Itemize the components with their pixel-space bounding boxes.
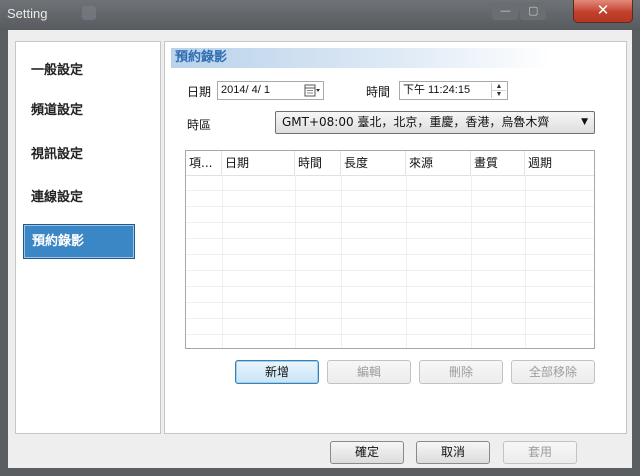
chevron-down-icon: ▼: [581, 117, 588, 127]
sidebar-item-label: 一般設定: [31, 63, 84, 78]
date-label: 日期: [187, 85, 212, 99]
column-header-item[interactable]: 項...: [186, 151, 222, 175]
column-header-period[interactable]: 週期: [525, 151, 594, 175]
sidebar-item-label: 視訊設定: [31, 147, 84, 162]
column-header-time[interactable]: 時間: [295, 151, 341, 175]
time-value: 下午 11:24:15: [403, 84, 471, 96]
close-icon: ✕: [596, 1, 610, 19]
calendar-icon[interactable]: [304, 84, 321, 98]
maximize-icon: ▢: [528, 4, 539, 17]
sidebar-item-connection[interactable]: 連線設定: [23, 182, 135, 214]
sidebar-item-label: 預約錄影: [32, 234, 85, 249]
timezone-value: GMT+08:00 臺北，北京，重慶，香港，烏魯木齊: [282, 115, 550, 129]
title-bar: Setting — ▢ ✕: [0, 0, 640, 30]
table-row: [186, 255, 594, 271]
timezone-label: 時區: [187, 118, 212, 132]
close-button[interactable]: ✕: [573, 0, 633, 23]
sidebar-item-label: 連線設定: [31, 190, 84, 205]
table-header: 項... 日期 時間 長度 來源 畫質 週期: [186, 151, 594, 176]
section-title: 預約錄影: [171, 48, 551, 68]
table-row: [186, 191, 594, 207]
maximize-button[interactable]: ▢: [520, 2, 546, 20]
date-picker[interactable]: 2014/ 4/ 1: [217, 81, 324, 100]
table-row: [186, 207, 594, 223]
spin-up-button[interactable]: ▲: [492, 83, 506, 91]
table-row: [186, 303, 594, 319]
minimize-button[interactable]: —: [492, 2, 518, 20]
time-picker[interactable]: 下午 11:24:15 ▲ ▼: [399, 81, 508, 100]
column-header-source[interactable]: 來源: [406, 151, 471, 175]
table-row: [186, 319, 594, 335]
schedule-table[interactable]: 項... 日期 時間 長度 來源 畫質 週期: [185, 150, 595, 349]
cancel-button[interactable]: 取消: [416, 441, 490, 464]
table-row: [186, 239, 594, 255]
sidebar-item-channels[interactable]: 頻道設定: [23, 95, 135, 127]
minimize-icon: —: [500, 4, 511, 17]
date-value: 2014/ 4/ 1: [221, 84, 270, 96]
spinner-icon: ▲ ▼: [491, 83, 506, 98]
window-title: Setting: [7, 6, 48, 21]
sidebar-item-general[interactable]: 一般設定: [23, 55, 135, 87]
delete-button[interactable]: 刪除: [419, 360, 503, 384]
table-row: [186, 175, 594, 191]
table-row: [186, 287, 594, 303]
apply-button[interactable]: 套用: [503, 441, 577, 464]
sidebar-item-label: 頻道設定: [31, 103, 84, 118]
remove-all-button[interactable]: 全部移除: [511, 360, 595, 384]
sidebar-item-video[interactable]: 視訊設定: [23, 139, 135, 171]
table-row: [186, 223, 594, 239]
add-button[interactable]: 新增: [235, 360, 319, 384]
column-header-date[interactable]: 日期: [222, 151, 295, 175]
spin-down-button[interactable]: ▼: [492, 91, 506, 98]
app-icon: [82, 6, 96, 20]
table-row: [186, 271, 594, 287]
column-header-length[interactable]: 長度: [341, 151, 406, 175]
timezone-select[interactable]: GMT+08:00 臺北，北京，重慶，香港，烏魯木齊 ▼: [275, 111, 595, 134]
time-label: 時間: [366, 85, 391, 99]
column-header-quality[interactable]: 畫質: [471, 151, 525, 175]
ok-button[interactable]: 確定: [330, 441, 404, 464]
edit-button[interactable]: 編輯: [327, 360, 411, 384]
sidebar-item-scheduled-recording[interactable]: 預約錄影: [23, 224, 135, 259]
